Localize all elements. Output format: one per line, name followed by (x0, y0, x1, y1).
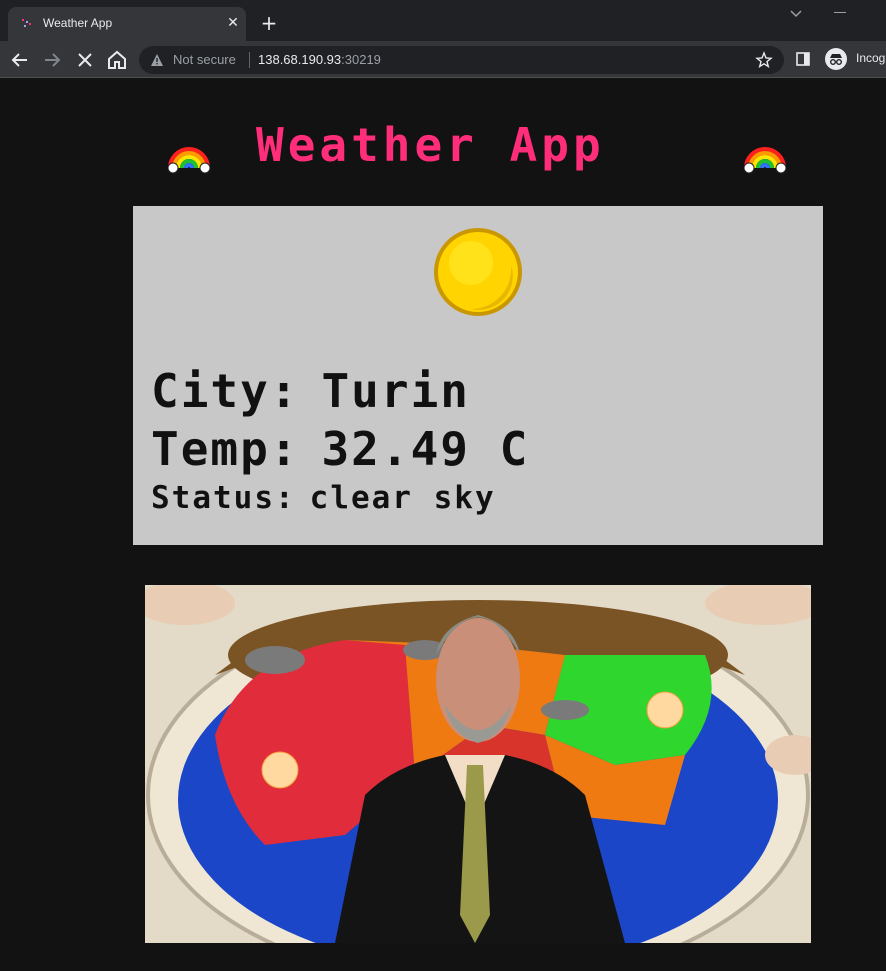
stop-loading-icon[interactable] (73, 48, 97, 72)
bookmark-star-icon[interactable] (755, 51, 773, 69)
tab-search-chevron-icon[interactable] (788, 5, 804, 21)
minimize-icon[interactable] (834, 12, 846, 13)
page-title: Weather App (256, 118, 605, 172)
temp-value: 32.49 C (321, 422, 530, 476)
forward-arrow-icon[interactable] (40, 48, 64, 72)
url-port: :30219 (341, 52, 381, 67)
browser-tab[interactable]: Weather App ✕ (8, 7, 246, 41)
sun-icon (434, 228, 522, 316)
page-header: Weather App (0, 110, 886, 180)
rainbow-icon (743, 147, 787, 174)
tab-title: Weather App (43, 16, 113, 30)
app-favicon-icon (22, 19, 31, 27)
weather-card: City: Turin Temp: 32.49 C Status: clear sky (133, 206, 823, 545)
new-tab-button[interactable]: + (258, 13, 280, 35)
temp-line: Temp: 32.49 C (151, 422, 529, 476)
profile-label[interactable]: Incognito (856, 51, 886, 65)
side-panel-icon[interactable] (795, 51, 811, 67)
security-status[interactable]: Not secure (173, 52, 236, 67)
city-line: City: Turin (151, 364, 470, 418)
home-icon[interactable] (105, 48, 129, 72)
temp-label: Temp: (151, 422, 300, 476)
status-line: Status: clear sky (151, 480, 496, 516)
tab-close-icon[interactable]: ✕ (224, 14, 242, 32)
status-value: clear sky (309, 480, 496, 516)
address-separator (249, 52, 250, 68)
city-label: City: (151, 364, 300, 418)
weatherman-gif (145, 585, 811, 943)
url-text[interactable]: 138.68.190.93:30219 (258, 52, 381, 67)
back-arrow-icon[interactable] (8, 48, 32, 72)
incognito-icon[interactable] (825, 48, 847, 70)
rainbow-icon (167, 147, 211, 174)
status-label: Status: (151, 480, 296, 516)
warning-icon[interactable] (150, 53, 164, 67)
address-bar[interactable]: Not secure 138.68.190.93:30219 (139, 46, 784, 74)
weatherman-illustration (145, 585, 811, 943)
browser-tabstrip: Weather App ✕ + (0, 0, 886, 41)
city-value: Turin (321, 364, 470, 418)
url-host: 138.68.190.93 (258, 52, 342, 67)
